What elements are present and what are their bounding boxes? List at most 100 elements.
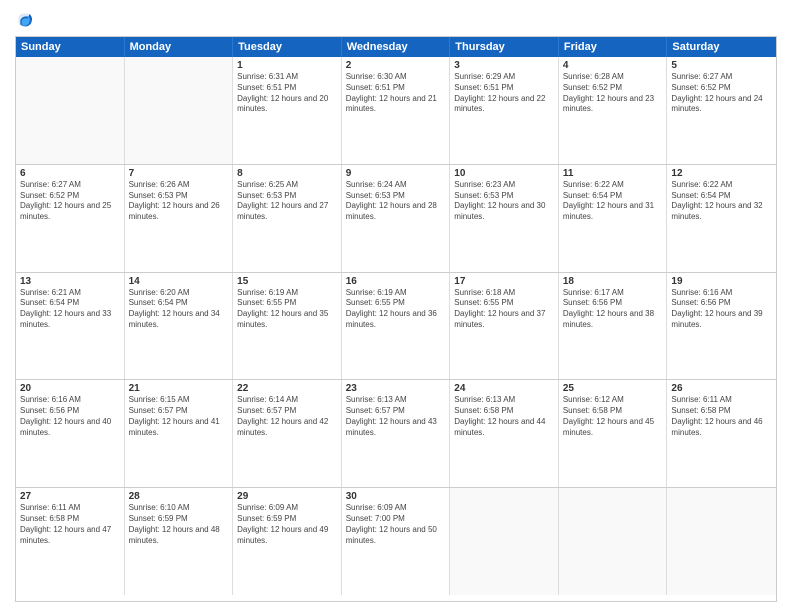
- day-cell-22: 22Sunrise: 6:14 AMSunset: 6:57 PMDayligh…: [233, 380, 342, 487]
- header: [15, 10, 777, 30]
- day-info: Sunrise: 6:19 AMSunset: 6:55 PMDaylight:…: [237, 288, 337, 331]
- day-cell-20: 20Sunrise: 6:16 AMSunset: 6:56 PMDayligh…: [16, 380, 125, 487]
- day-cell-1: 1Sunrise: 6:31 AMSunset: 6:51 PMDaylight…: [233, 57, 342, 164]
- day-info: Sunrise: 6:24 AMSunset: 6:53 PMDaylight:…: [346, 180, 446, 223]
- week-row-1: 1Sunrise: 6:31 AMSunset: 6:51 PMDaylight…: [16, 57, 776, 165]
- week-row-5: 27Sunrise: 6:11 AMSunset: 6:58 PMDayligh…: [16, 488, 776, 595]
- day-cell-11: 11Sunrise: 6:22 AMSunset: 6:54 PMDayligh…: [559, 165, 668, 272]
- day-header-wednesday: Wednesday: [342, 37, 451, 57]
- day-number: 10: [454, 168, 554, 179]
- day-cell-19: 19Sunrise: 6:16 AMSunset: 6:56 PMDayligh…: [667, 273, 776, 380]
- day-info: Sunrise: 6:23 AMSunset: 6:53 PMDaylight:…: [454, 180, 554, 223]
- day-number: 2: [346, 60, 446, 71]
- day-info: Sunrise: 6:19 AMSunset: 6:55 PMDaylight:…: [346, 288, 446, 331]
- day-info: Sunrise: 6:15 AMSunset: 6:57 PMDaylight:…: [129, 395, 229, 438]
- day-number: 13: [20, 276, 120, 287]
- empty-cell: [16, 57, 125, 164]
- day-cell-21: 21Sunrise: 6:15 AMSunset: 6:57 PMDayligh…: [125, 380, 234, 487]
- day-info: Sunrise: 6:26 AMSunset: 6:53 PMDaylight:…: [129, 180, 229, 223]
- day-cell-30: 30Sunrise: 6:09 AMSunset: 7:00 PMDayligh…: [342, 488, 451, 595]
- day-info: Sunrise: 6:13 AMSunset: 6:57 PMDaylight:…: [346, 395, 446, 438]
- empty-cell: [450, 488, 559, 595]
- empty-cell: [559, 488, 668, 595]
- day-number: 12: [671, 168, 772, 179]
- day-cell-17: 17Sunrise: 6:18 AMSunset: 6:55 PMDayligh…: [450, 273, 559, 380]
- day-number: 18: [563, 276, 663, 287]
- day-header-monday: Monday: [125, 37, 234, 57]
- week-row-2: 6Sunrise: 6:27 AMSunset: 6:52 PMDaylight…: [16, 165, 776, 273]
- day-cell-16: 16Sunrise: 6:19 AMSunset: 6:55 PMDayligh…: [342, 273, 451, 380]
- calendar-header: SundayMondayTuesdayWednesdayThursdayFrid…: [16, 37, 776, 57]
- day-cell-4: 4Sunrise: 6:28 AMSunset: 6:52 PMDaylight…: [559, 57, 668, 164]
- day-cell-29: 29Sunrise: 6:09 AMSunset: 6:59 PMDayligh…: [233, 488, 342, 595]
- empty-cell: [125, 57, 234, 164]
- day-info: Sunrise: 6:25 AMSunset: 6:53 PMDaylight:…: [237, 180, 337, 223]
- day-cell-23: 23Sunrise: 6:13 AMSunset: 6:57 PMDayligh…: [342, 380, 451, 487]
- week-row-3: 13Sunrise: 6:21 AMSunset: 6:54 PMDayligh…: [16, 273, 776, 381]
- day-number: 29: [237, 491, 337, 502]
- day-number: 11: [563, 168, 663, 179]
- day-header-saturday: Saturday: [667, 37, 776, 57]
- day-number: 23: [346, 383, 446, 394]
- day-info: Sunrise: 6:30 AMSunset: 6:51 PMDaylight:…: [346, 72, 446, 115]
- day-number: 21: [129, 383, 229, 394]
- day-number: 16: [346, 276, 446, 287]
- empty-cell: [667, 488, 776, 595]
- day-header-sunday: Sunday: [16, 37, 125, 57]
- day-number: 4: [563, 60, 663, 71]
- day-info: Sunrise: 6:17 AMSunset: 6:56 PMDaylight:…: [563, 288, 663, 331]
- day-cell-25: 25Sunrise: 6:12 AMSunset: 6:58 PMDayligh…: [559, 380, 668, 487]
- logo: [15, 10, 37, 30]
- day-cell-9: 9Sunrise: 6:24 AMSunset: 6:53 PMDaylight…: [342, 165, 451, 272]
- day-cell-15: 15Sunrise: 6:19 AMSunset: 6:55 PMDayligh…: [233, 273, 342, 380]
- day-header-tuesday: Tuesday: [233, 37, 342, 57]
- day-header-friday: Friday: [559, 37, 668, 57]
- day-info: Sunrise: 6:20 AMSunset: 6:54 PMDaylight:…: [129, 288, 229, 331]
- logo-icon: [15, 10, 35, 30]
- day-info: Sunrise: 6:16 AMSunset: 6:56 PMDaylight:…: [671, 288, 772, 331]
- day-info: Sunrise: 6:22 AMSunset: 6:54 PMDaylight:…: [563, 180, 663, 223]
- day-info: Sunrise: 6:29 AMSunset: 6:51 PMDaylight:…: [454, 72, 554, 115]
- day-number: 20: [20, 383, 120, 394]
- day-info: Sunrise: 6:21 AMSunset: 6:54 PMDaylight:…: [20, 288, 120, 331]
- day-number: 22: [237, 383, 337, 394]
- day-header-thursday: Thursday: [450, 37, 559, 57]
- day-number: 30: [346, 491, 446, 502]
- day-number: 24: [454, 383, 554, 394]
- day-number: 5: [671, 60, 772, 71]
- day-cell-5: 5Sunrise: 6:27 AMSunset: 6:52 PMDaylight…: [667, 57, 776, 164]
- day-info: Sunrise: 6:27 AMSunset: 6:52 PMDaylight:…: [671, 72, 772, 115]
- day-number: 3: [454, 60, 554, 71]
- page: SundayMondayTuesdayWednesdayThursdayFrid…: [0, 0, 792, 612]
- week-row-4: 20Sunrise: 6:16 AMSunset: 6:56 PMDayligh…: [16, 380, 776, 488]
- day-number: 25: [563, 383, 663, 394]
- day-cell-28: 28Sunrise: 6:10 AMSunset: 6:59 PMDayligh…: [125, 488, 234, 595]
- day-info: Sunrise: 6:27 AMSunset: 6:52 PMDaylight:…: [20, 180, 120, 223]
- day-cell-27: 27Sunrise: 6:11 AMSunset: 6:58 PMDayligh…: [16, 488, 125, 595]
- day-number: 8: [237, 168, 337, 179]
- day-info: Sunrise: 6:16 AMSunset: 6:56 PMDaylight:…: [20, 395, 120, 438]
- day-cell-24: 24Sunrise: 6:13 AMSunset: 6:58 PMDayligh…: [450, 380, 559, 487]
- day-cell-7: 7Sunrise: 6:26 AMSunset: 6:53 PMDaylight…: [125, 165, 234, 272]
- day-number: 1: [237, 60, 337, 71]
- day-info: Sunrise: 6:31 AMSunset: 6:51 PMDaylight:…: [237, 72, 337, 115]
- day-cell-8: 8Sunrise: 6:25 AMSunset: 6:53 PMDaylight…: [233, 165, 342, 272]
- calendar: SundayMondayTuesdayWednesdayThursdayFrid…: [15, 36, 777, 602]
- day-cell-12: 12Sunrise: 6:22 AMSunset: 6:54 PMDayligh…: [667, 165, 776, 272]
- day-info: Sunrise: 6:09 AMSunset: 7:00 PMDaylight:…: [346, 503, 446, 546]
- day-cell-6: 6Sunrise: 6:27 AMSunset: 6:52 PMDaylight…: [16, 165, 125, 272]
- day-info: Sunrise: 6:11 AMSunset: 6:58 PMDaylight:…: [20, 503, 120, 546]
- day-number: 6: [20, 168, 120, 179]
- day-cell-13: 13Sunrise: 6:21 AMSunset: 6:54 PMDayligh…: [16, 273, 125, 380]
- day-number: 9: [346, 168, 446, 179]
- day-info: Sunrise: 6:12 AMSunset: 6:58 PMDaylight:…: [563, 395, 663, 438]
- day-cell-18: 18Sunrise: 6:17 AMSunset: 6:56 PMDayligh…: [559, 273, 668, 380]
- day-info: Sunrise: 6:10 AMSunset: 6:59 PMDaylight:…: [129, 503, 229, 546]
- day-cell-2: 2Sunrise: 6:30 AMSunset: 6:51 PMDaylight…: [342, 57, 451, 164]
- day-info: Sunrise: 6:09 AMSunset: 6:59 PMDaylight:…: [237, 503, 337, 546]
- day-number: 17: [454, 276, 554, 287]
- day-info: Sunrise: 6:18 AMSunset: 6:55 PMDaylight:…: [454, 288, 554, 331]
- day-cell-3: 3Sunrise: 6:29 AMSunset: 6:51 PMDaylight…: [450, 57, 559, 164]
- calendar-body: 1Sunrise: 6:31 AMSunset: 6:51 PMDaylight…: [16, 57, 776, 595]
- day-number: 26: [671, 383, 772, 394]
